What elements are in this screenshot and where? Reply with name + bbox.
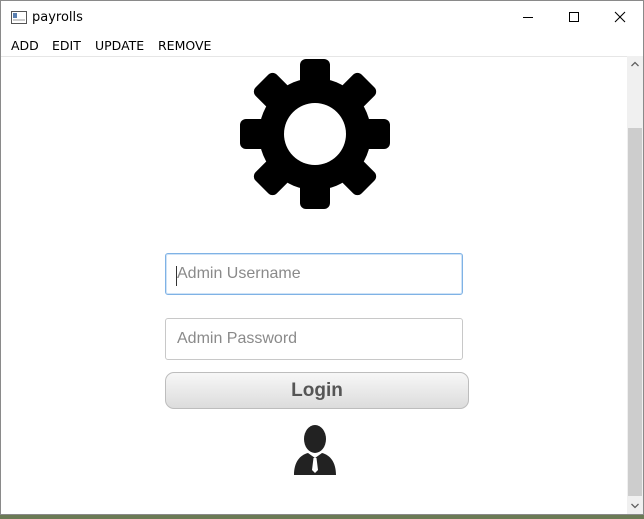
minimize-button[interactable] [505,1,551,34]
close-button[interactable] [597,1,643,34]
menu-bar: ADD EDIT UPDATE REMOVE [1,34,643,57]
vertical-scrollbar[interactable] [627,56,643,514]
admin-username-input[interactable] [165,253,463,295]
app-window: payrolls ADD EDIT UPDATE REMOVE Admin Us… [0,0,644,515]
chevron-up-icon [631,61,639,67]
admin-password-input[interactable] [165,318,463,360]
scroll-down-button[interactable] [627,498,643,514]
menu-edit[interactable]: EDIT [52,38,81,53]
scroll-thumb[interactable] [628,128,642,496]
scroll-up-button[interactable] [627,56,643,72]
window-icon [11,11,27,24]
maximize-button[interactable] [551,1,597,34]
maximize-icon [569,12,579,22]
menu-remove[interactable]: REMOVE [158,38,211,53]
close-icon [614,11,626,23]
menu-update[interactable]: UPDATE [95,38,144,53]
menu-add[interactable]: ADD [11,38,39,53]
admin-user-icon [294,425,336,475]
minimize-icon [523,17,533,18]
window-title: payrolls [32,10,83,25]
gear-icon [240,59,390,209]
chevron-down-icon [631,503,639,509]
text-caret [176,266,177,286]
login-panel: Login [1,57,627,514]
login-button[interactable]: Login [165,372,469,409]
title-bar[interactable]: payrolls [1,1,643,34]
